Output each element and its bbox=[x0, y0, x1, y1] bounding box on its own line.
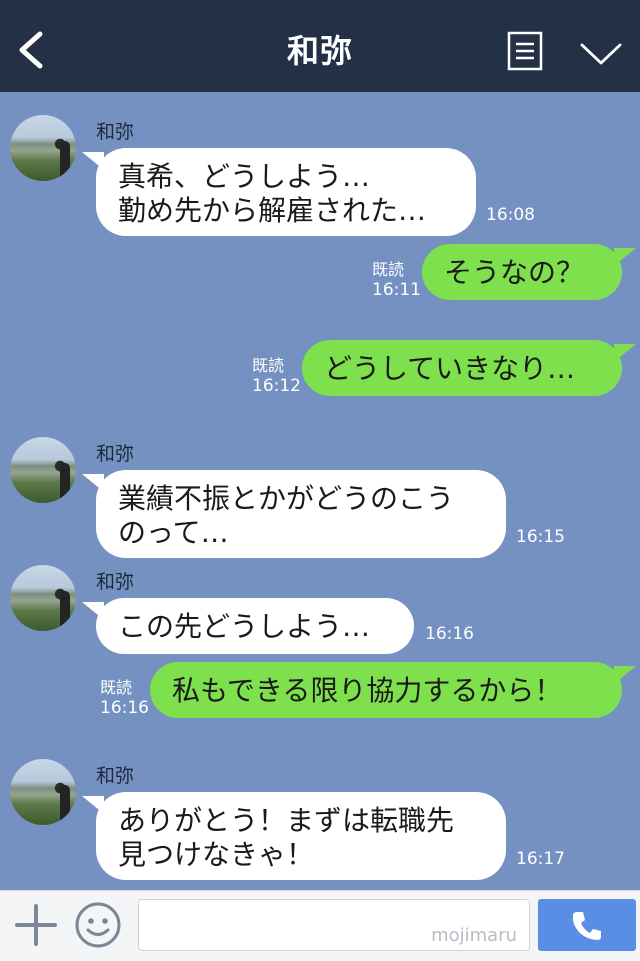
message-bubble[interactable]: 業績不振とかがどうのこう のって… bbox=[82, 470, 506, 558]
message-time: 16:16 bbox=[425, 624, 474, 644]
sender-name: 和弥 bbox=[96, 443, 135, 465]
call-button[interactable] bbox=[538, 899, 636, 951]
sender-name: 和弥 bbox=[96, 121, 135, 143]
smile-icon[interactable] bbox=[74, 901, 122, 949]
chat-title: 和弥 bbox=[286, 32, 353, 70]
input-bar: mojimaru bbox=[0, 890, 640, 961]
message-time: 16:16 bbox=[100, 698, 149, 718]
avatar[interactable] bbox=[10, 437, 76, 503]
phone-icon bbox=[572, 912, 601, 940]
message-time: 16:17 bbox=[516, 849, 565, 869]
message-time: 16:12 bbox=[252, 376, 301, 396]
avatar[interactable] bbox=[10, 565, 76, 631]
message-time: 16:15 bbox=[516, 527, 565, 547]
read-receipt: 既読 bbox=[100, 678, 133, 697]
read-receipt: 既読 bbox=[252, 356, 285, 375]
menu-icon[interactable] bbox=[507, 31, 543, 71]
chevron-down-icon[interactable] bbox=[580, 42, 622, 66]
plus-icon[interactable] bbox=[14, 903, 58, 947]
message-time: 16:11 bbox=[372, 280, 421, 300]
chat-header: 和弥 bbox=[0, 0, 640, 92]
sender-name: 和弥 bbox=[96, 571, 135, 593]
avatar[interactable] bbox=[10, 759, 76, 825]
avatar[interactable] bbox=[10, 115, 76, 181]
message-bubble[interactable]: 私もできる限り協力するから！ bbox=[150, 662, 636, 718]
watermark: mojimaru bbox=[431, 925, 517, 946]
message-input[interactable]: mojimaru bbox=[138, 899, 530, 951]
read-receipt: 既読 bbox=[372, 260, 405, 279]
message-bubble[interactable]: この先どうしよう… bbox=[82, 598, 414, 654]
message-bubble[interactable]: ありがとう！まずは転職先 見つけなきゃ！ bbox=[82, 792, 506, 880]
sender-name: 和弥 bbox=[96, 765, 135, 787]
chat-area[interactable]: 和弥 真希、どうしよう… 勤め先から解雇された… 16:08 既読 16:11 … bbox=[0, 92, 640, 890]
message-bubble[interactable]: そうなの？ bbox=[422, 244, 636, 300]
message-bubble[interactable]: 真希、どうしよう… 勤め先から解雇された… bbox=[82, 148, 476, 236]
message-bubble[interactable]: どうしていきなり… bbox=[302, 340, 636, 396]
message-time: 16:08 bbox=[486, 205, 535, 225]
